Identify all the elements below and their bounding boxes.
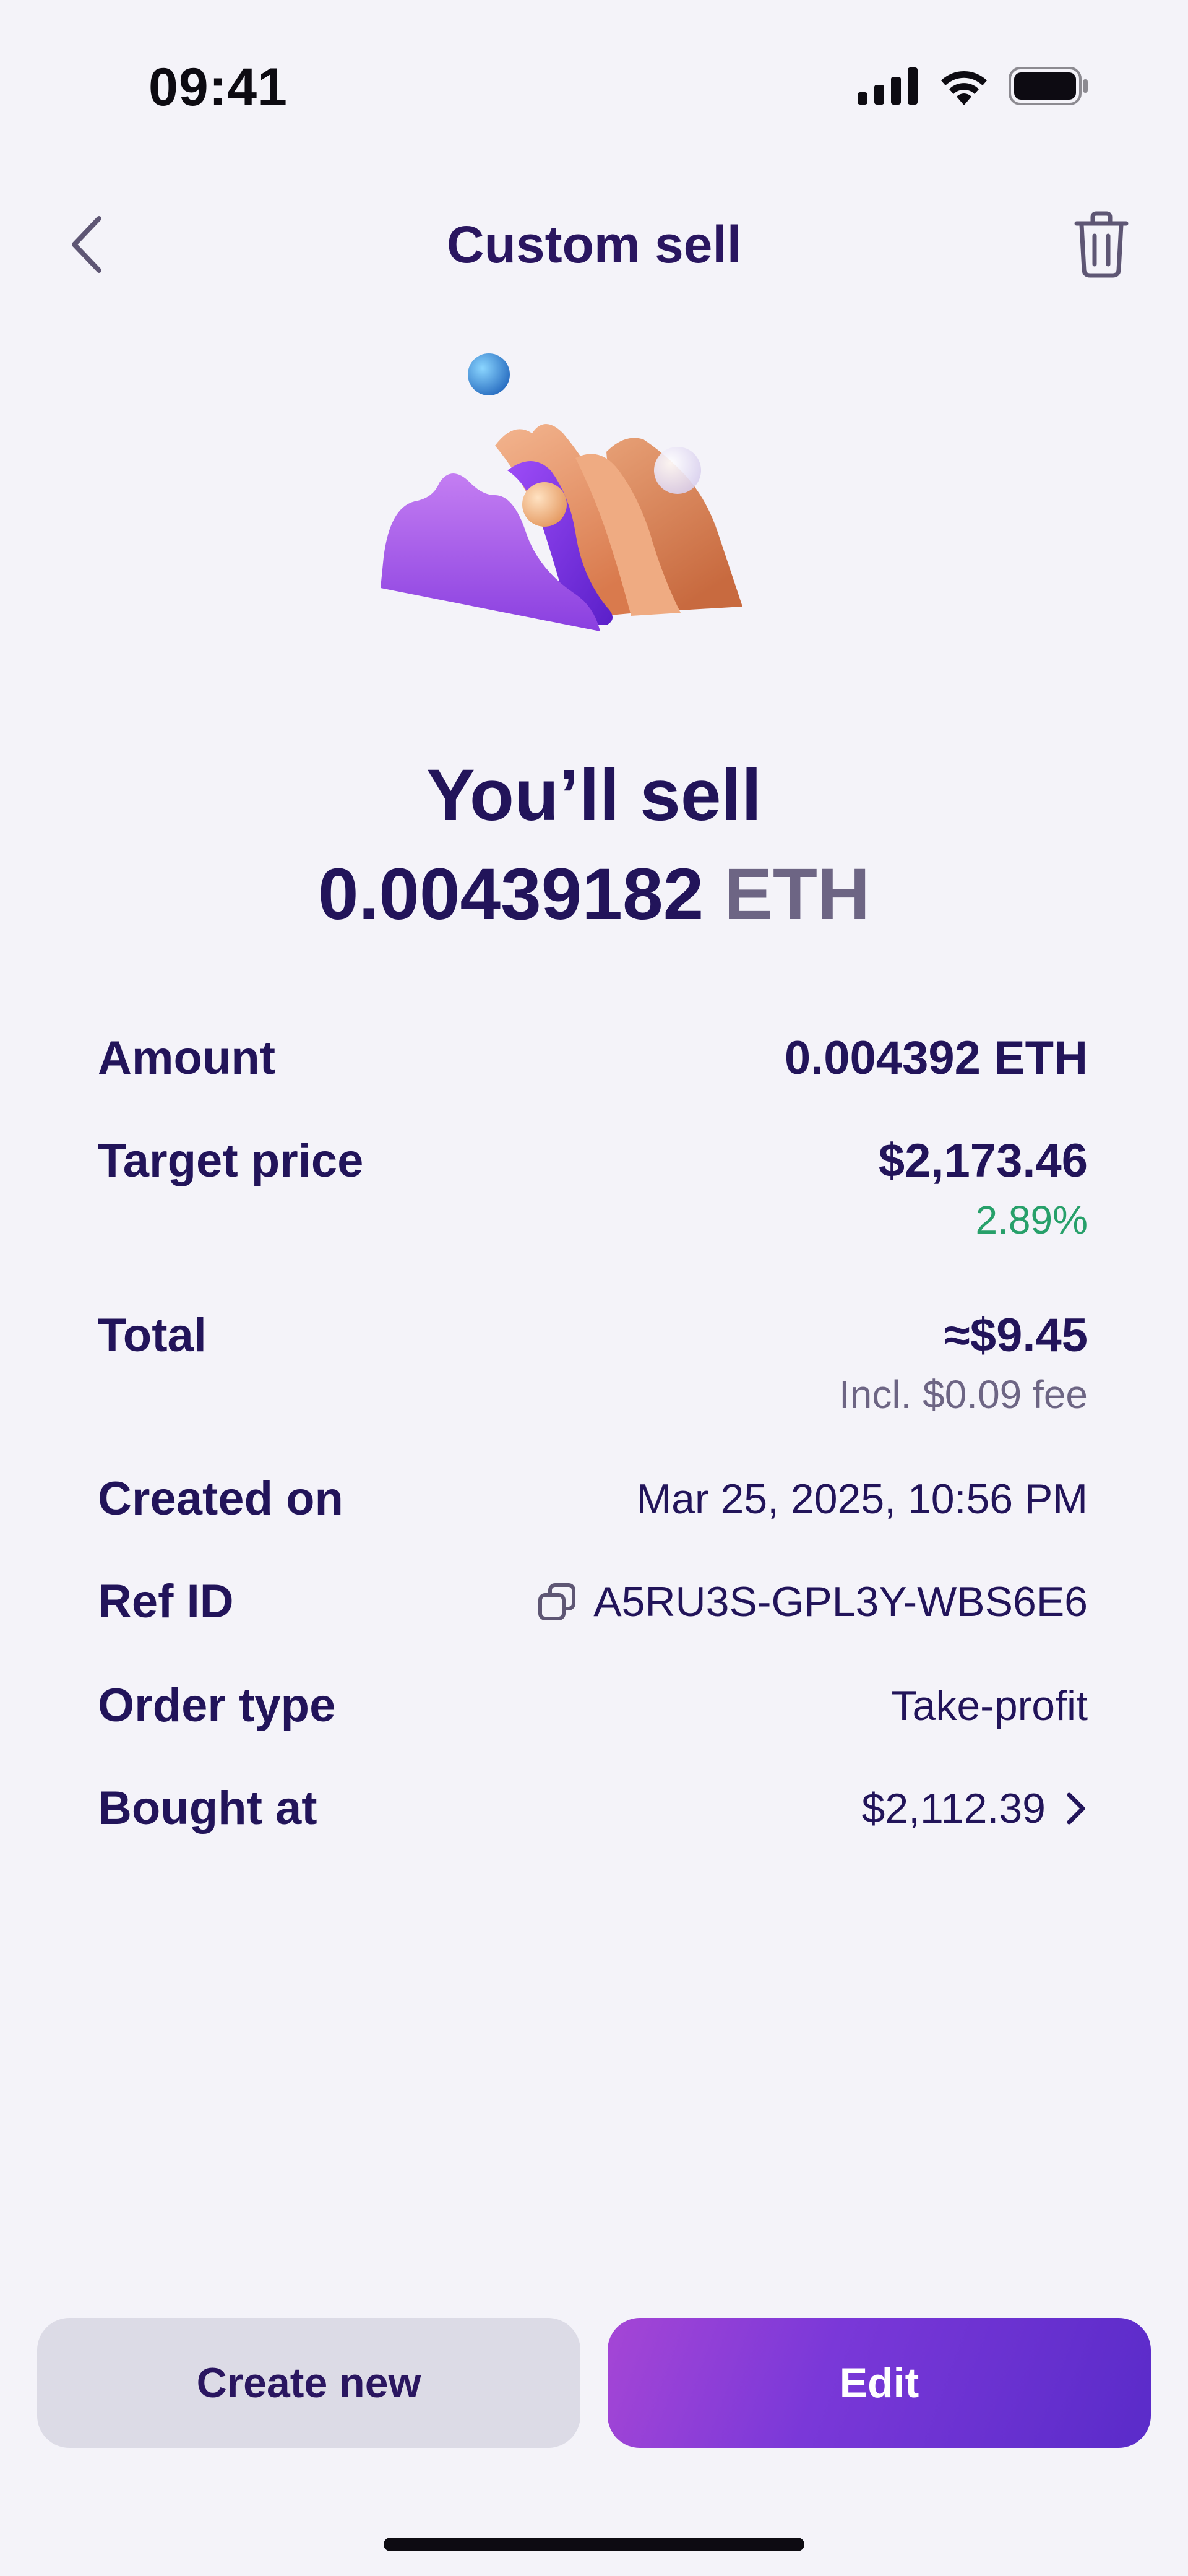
ref-id-label: Ref ID [98,1575,234,1628]
total-fee: Incl. $0.09 fee [838,1372,1088,1417]
target-price-block: $2,173.46 2.89% [879,1130,1088,1248]
detail-row-bought-at[interactable]: Bought at $2,112.39 [98,1778,1088,1839]
edit-button[interactable]: Edit [608,2318,1151,2448]
status-icons [858,67,1089,105]
wifi-icon [941,71,987,105]
home-indicator [384,2538,804,2551]
created-on-value: Mar 25, 2025, 10:56 PM [636,1476,1088,1523]
bought-at-link[interactable]: $2,112.39 [862,1778,1088,1839]
delete-button[interactable] [1064,204,1138,285]
target-price-value: $2,173.46 [878,1135,1088,1187]
hero-amount-line: 0.00439182 ETH [0,851,1188,938]
ref-id-copy[interactable]: A5RU3S-GPL3Y-WBS6E6 [538,1571,1088,1633]
screen: 09:41 Custom sell You’ll sell 0.00439182… [0,0,1188,2576]
chevron-right-icon [1067,1792,1085,1825]
create-new-button[interactable]: Create new [37,2318,580,2448]
detail-row-created-on: Created on Mar 25, 2025, 10:56 PM [98,1468,1088,1530]
detail-row-target-price: Target price $2,173.46 2.89% [98,1130,1088,1248]
order-type-value: Take-profit [891,1682,1088,1729]
detail-row-ref-id: Ref ID A5RU3S-GPL3Y-WBS6E6 [98,1571,1088,1633]
hero-amount: 0.00439182 [317,854,704,935]
target-price-label: Target price [98,1135,364,1187]
total-value: ≈$9.45 [944,1309,1088,1362]
amount-value: 0.004392 ETH [784,1032,1088,1084]
page-title: Custom sell [446,215,742,274]
created-on-label: Created on [98,1472,343,1525]
target-price-change: 2.89% [975,1198,1088,1242]
bought-at-value: $2,112.39 [861,1785,1046,1832]
amount-label: Amount [98,1032,276,1084]
copy-icon[interactable] [538,1583,576,1621]
bought-at-label: Bought at [98,1782,317,1835]
ref-id-value: A5RU3S-GPL3Y-WBS6E6 [593,1578,1088,1625]
detail-row-total: Total ≈$9.45 Incl. $0.09 fee [98,1305,1088,1422]
sell-illustration [381,353,742,631]
total-block: ≈$9.45 Incl. $0.09 fee [839,1305,1088,1422]
cellular-signal-icon [858,67,918,105]
order-type-label: Order type [98,1679,336,1732]
hero-title: You’ll sell [426,754,762,836]
status-time: 09:41 [148,58,288,117]
detail-row-order-type: Order type Take-profit [98,1675,1088,1737]
hero-unit: ETH [724,854,871,935]
total-label: Total [98,1309,207,1362]
trash-icon [1074,211,1129,278]
detail-row-amount: Amount 0.004392 ETH [98,1027,1088,1089]
battery-icon [1009,67,1088,105]
